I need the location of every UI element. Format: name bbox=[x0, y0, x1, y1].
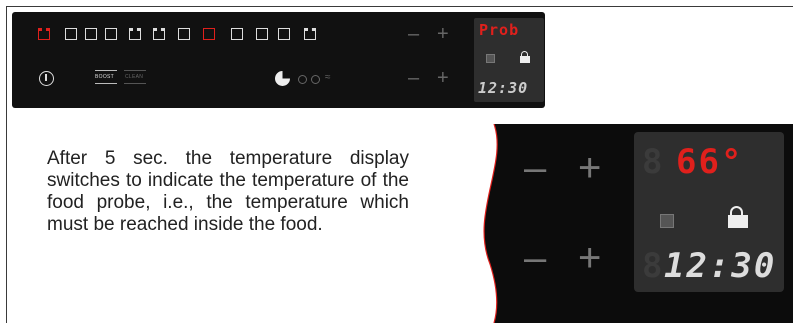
power-icon[interactable] bbox=[39, 71, 54, 86]
zoom-time-plus-button[interactable]: + bbox=[578, 238, 601, 278]
clean-divider-top bbox=[124, 70, 146, 71]
zoom-temperature-plus-button[interactable]: + bbox=[578, 148, 601, 188]
temperature-plus-button[interactable]: + bbox=[437, 24, 449, 44]
timer-icon[interactable] bbox=[275, 71, 290, 86]
fan-heat-icon[interactable] bbox=[203, 28, 215, 40]
boost-divider-bottom bbox=[95, 83, 117, 84]
grill-fan-icon[interactable] bbox=[178, 28, 190, 40]
oven-control-panel: – + BOOST CLEAN ≈ – + Prob 12:30 bbox=[12, 12, 545, 108]
conventional-mode-icon[interactable] bbox=[65, 28, 77, 40]
clean-button[interactable]: CLEAN bbox=[125, 74, 143, 80]
wifi-icon[interactable]: ≈ bbox=[325, 73, 335, 84]
probe-icon[interactable] bbox=[298, 75, 307, 84]
display-top-readout: Prob bbox=[479, 21, 520, 39]
zoom-display-unlit-digit: 8 bbox=[642, 142, 665, 182]
top-heat-icon[interactable] bbox=[85, 28, 97, 40]
defrost-icon[interactable] bbox=[278, 28, 290, 40]
oven-display: Prob 12:30 bbox=[474, 18, 544, 102]
grill-icon[interactable] bbox=[129, 28, 141, 40]
zoom-probe-indicator-icon bbox=[660, 214, 674, 228]
stop-icon[interactable] bbox=[311, 75, 320, 84]
zoom-oven-display: 8 66° 8 12:30 bbox=[634, 132, 784, 292]
temperature-minus-button[interactable]: – bbox=[408, 24, 419, 44]
fan-bottom-icon[interactable] bbox=[256, 28, 268, 40]
description-paragraph: After 5 sec. the temperature display swi… bbox=[47, 148, 409, 235]
unlock-icon bbox=[520, 51, 530, 63]
boost-divider-top bbox=[95, 70, 117, 71]
oven-light-icon[interactable] bbox=[38, 28, 50, 40]
display-clock-readout: 12:30 bbox=[478, 79, 529, 97]
bottom-heat-icon[interactable] bbox=[105, 28, 117, 40]
zoom-time-minus-button[interactable]: – bbox=[524, 238, 546, 278]
zoomed-display-detail: – + – + 8 66° 8 12:30 bbox=[478, 124, 793, 323]
time-plus-button[interactable]: + bbox=[437, 68, 449, 88]
zoom-display-unlit-digit-bottom: 8 bbox=[642, 246, 665, 286]
zoom-unlock-icon bbox=[728, 206, 748, 228]
zoom-temperature-minus-button[interactable]: – bbox=[524, 148, 546, 188]
pizza-mode-icon[interactable] bbox=[304, 28, 316, 40]
fan-mode-icon[interactable] bbox=[231, 28, 243, 40]
clean-divider-bottom bbox=[124, 83, 146, 84]
zoom-display-probe-temperature: 66° bbox=[676, 142, 744, 182]
double-grill-icon[interactable] bbox=[153, 28, 165, 40]
zoom-display-clock-readout: 12:30 bbox=[664, 246, 777, 286]
boost-button[interactable]: BOOST bbox=[95, 74, 114, 80]
probe-indicator-icon bbox=[486, 54, 495, 63]
time-minus-button[interactable]: – bbox=[408, 68, 419, 88]
